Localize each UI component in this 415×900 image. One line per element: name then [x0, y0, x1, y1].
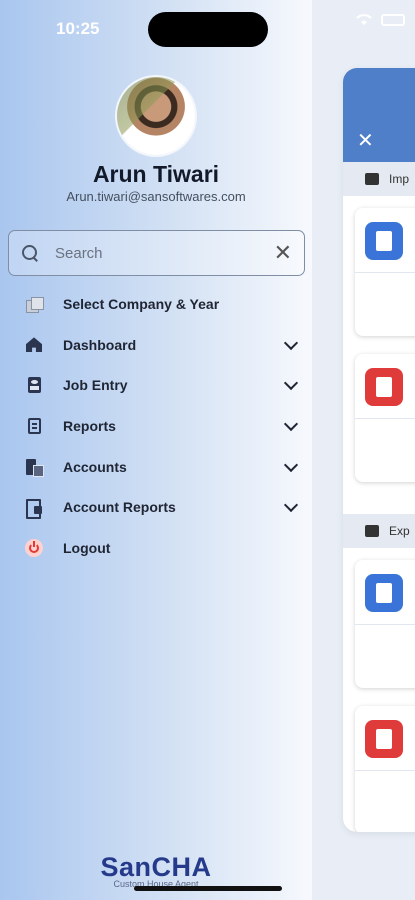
menu-item-label: Accounts	[63, 458, 127, 475]
menu-item-reports[interactable]: Reports	[0, 406, 312, 447]
accounts-icon	[25, 458, 44, 477]
avatar[interactable]	[117, 77, 195, 155]
chevron-down-icon[interactable]	[283, 498, 299, 513]
menu-item-label: Reports	[63, 418, 116, 435]
home-indicator[interactable]	[134, 886, 282, 891]
menu-item-select-company[interactable]: Select Company & Year	[0, 284, 312, 325]
search-bar: ✕	[8, 230, 305, 276]
section-label: Imp	[389, 172, 410, 186]
background-card: ✕ Imp Exp	[343, 68, 415, 832]
document-tile[interactable]	[355, 208, 415, 336]
document-tile[interactable]	[355, 560, 415, 688]
menu-item-dashboard[interactable]: Dashboard	[0, 325, 312, 366]
close-icon[interactable]: ✕	[357, 128, 374, 153]
status-icons	[355, 14, 415, 26]
account-reports-icon	[25, 498, 43, 520]
reports-icon	[25, 417, 43, 435]
brand-logo: SanCHA Custom House Agent	[0, 852, 312, 889]
user-name: Arun Tiwari	[92, 161, 220, 187]
search-icon	[21, 244, 39, 262]
close-icon[interactable]: ✕	[274, 242, 292, 264]
pdf-icon	[365, 368, 403, 406]
document-icon	[365, 222, 403, 260]
background-section-export: Exp	[343, 514, 415, 548]
pdf-tile[interactable]	[355, 706, 415, 832]
section-icon	[365, 173, 379, 185]
menu-item-label: Logout	[63, 539, 111, 556]
menu-item-logout[interactable]: Logout	[0, 528, 312, 569]
menu-item-label: Job Entry	[63, 377, 128, 394]
section-icon	[365, 525, 379, 537]
pdf-icon	[365, 720, 403, 758]
job-entry-icon	[25, 376, 43, 394]
logout-icon	[25, 538, 43, 557]
menu-item-job-entry[interactable]: Job Entry	[0, 365, 312, 406]
menu-item-account-reports[interactable]: Account Reports	[0, 487, 312, 528]
chevron-down-icon[interactable]	[283, 457, 299, 472]
chevron-down-icon[interactable]	[283, 417, 299, 432]
dynamic-island	[148, 12, 268, 47]
menu-item-label: Select Company & Year	[63, 296, 220, 313]
chevron-down-icon[interactable]	[283, 376, 299, 391]
background-section-import: Imp	[343, 162, 415, 196]
section-label: Exp	[389, 524, 410, 538]
home-icon	[25, 336, 43, 354]
battery-icon	[381, 14, 405, 26]
chevron-down-icon[interactable]	[283, 335, 299, 350]
company-icon	[25, 295, 44, 314]
wifi-icon	[356, 14, 372, 25]
menu-item-label: Account Reports	[63, 499, 176, 516]
background-header: ✕	[343, 68, 415, 162]
user-email: Arun.tiwari@sansoftwares.com	[66, 189, 246, 204]
pdf-tile[interactable]	[355, 354, 415, 482]
menu-item-accounts[interactable]: Accounts	[0, 446, 312, 487]
drawer-menu: Select Company & Year Dashboard Job Entr…	[0, 284, 312, 568]
side-drawer: 10:25 Arun Tiwari Arun.tiwari@sansoftwar…	[0, 0, 312, 900]
search-input[interactable]	[55, 244, 274, 262]
document-icon	[365, 574, 403, 612]
menu-item-label: Dashboard	[63, 336, 137, 353]
status-time: 10:25	[56, 19, 100, 38]
